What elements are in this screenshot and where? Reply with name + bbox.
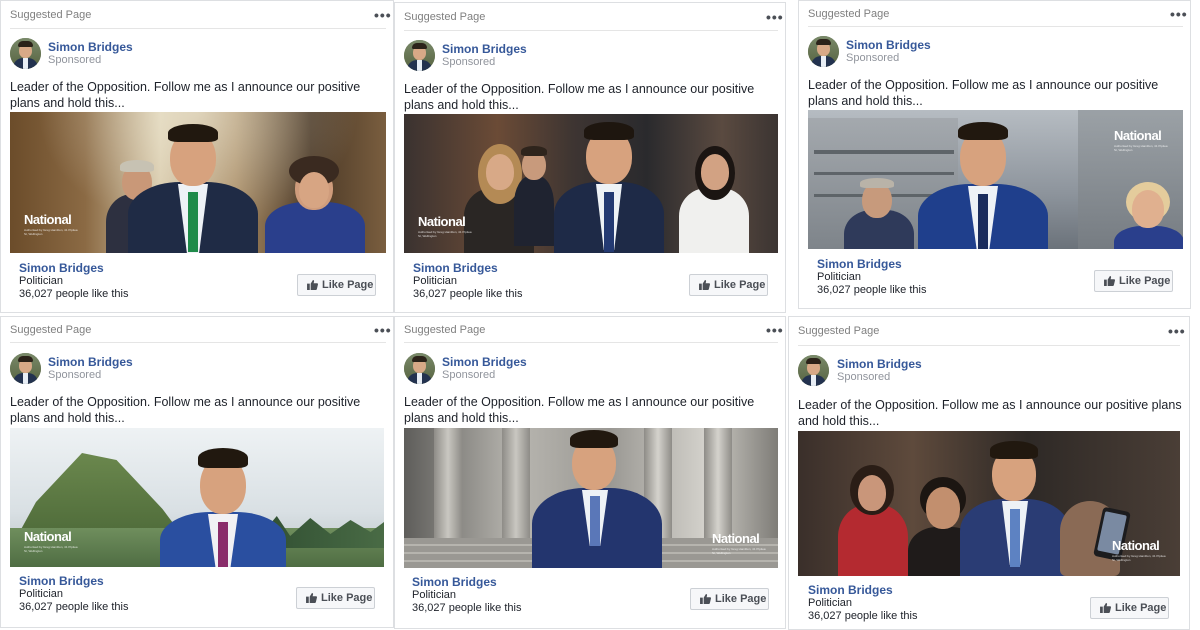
more-options-icon[interactable]: ••• (1168, 324, 1186, 338)
page-category: Politician (817, 271, 862, 283)
divider (404, 30, 778, 31)
suggested-page-label: Suggested Page (10, 324, 92, 336)
national-logo: National Authorised by Greg Hamilton, 41 … (1114, 128, 1168, 152)
page-name-link[interactable]: Simon Bridges (48, 40, 133, 54)
post-text: Leader of the Opposition. Follow me as I… (808, 78, 1159, 108)
suggested-page-label: Suggested Page (798, 325, 880, 337)
footer-page-name-link[interactable]: Simon Bridges (413, 261, 498, 275)
page-name-link[interactable]: Simon Bridges (846, 38, 931, 52)
like-page-label: Like Page (1119, 275, 1171, 287)
national-logo: National Authorised by Greg Hamilton, 41 … (24, 529, 78, 553)
sponsored-label[interactable]: Sponsored (442, 369, 495, 381)
like-page-label: Like Page (321, 592, 373, 604)
divider (10, 28, 386, 29)
more-options-icon[interactable]: ••• (374, 323, 392, 337)
thumbs-up-icon (699, 280, 710, 290)
like-count: 36,027 people like this (817, 284, 927, 296)
suggested-page-label: Suggested Page (808, 8, 890, 20)
more-options-icon[interactable]: ••• (374, 8, 392, 22)
like-count: 36,027 people like this (412, 602, 522, 614)
like-page-button[interactable]: Like Page (1090, 597, 1169, 619)
thumbs-up-icon (306, 593, 317, 603)
thumbs-up-icon (1100, 603, 1111, 613)
ad-photo[interactable]: National Authorised by Greg Hamilton, 41 … (808, 110, 1183, 249)
page-name-link[interactable]: Simon Bridges (48, 355, 133, 369)
thumbs-up-icon (700, 594, 711, 604)
like-page-button[interactable]: Like Page (690, 588, 769, 610)
like-page-button[interactable]: Like Page (689, 274, 768, 296)
post-text: Leader of the Opposition. Follow me as I… (404, 82, 755, 112)
like-page-button[interactable]: Like Page (297, 274, 376, 296)
post-text: Leader of the Opposition. Follow me as I… (10, 80, 361, 110)
page-category: Politician (19, 588, 64, 600)
sponsored-label[interactable]: Sponsored (846, 52, 899, 64)
more-options-icon[interactable]: ••• (766, 323, 784, 337)
like-count: 36,027 people like this (808, 610, 918, 622)
post-text: Leader of the Opposition. Follow me as I… (10, 395, 361, 425)
ad-photo[interactable]: National Authorised by Greg Hamilton, 41 … (404, 114, 778, 253)
avatar[interactable] (404, 40, 435, 71)
sponsored-label[interactable]: Sponsored (837, 371, 890, 383)
sponsored-label[interactable]: Sponsored (48, 369, 101, 381)
suggested-page-card: Suggested Page ••• Simon Bridges Sponsor… (798, 0, 1191, 309)
more-options-icon[interactable]: ••• (1170, 7, 1188, 21)
national-logo: National Authorised by Greg Hamilton, 41 … (418, 214, 472, 238)
suggested-page-card: Suggested Page ••• Simon Bridges Sponsor… (0, 0, 394, 313)
page-category: Politician (19, 275, 64, 287)
suggested-page-card: Suggested Page ••• Simon Bridges Sponsor… (394, 2, 786, 313)
more-options-icon[interactable]: ••• (766, 10, 784, 24)
suggested-page-card: Suggested Page ••• Simon Bridges Sponsor… (788, 316, 1190, 630)
like-count: 36,027 people like this (19, 288, 129, 300)
divider (798, 345, 1180, 346)
footer-page-name-link[interactable]: Simon Bridges (19, 574, 104, 588)
like-page-label: Like Page (1115, 602, 1167, 614)
footer-page-name-link[interactable]: Simon Bridges (808, 583, 893, 597)
suggested-page-card: Suggested Page ••• Simon Bridges Sponsor… (394, 316, 786, 629)
like-count: 36,027 people like this (19, 601, 129, 613)
avatar[interactable] (10, 38, 41, 69)
divider (404, 342, 778, 343)
suggested-page-label: Suggested Page (10, 9, 92, 21)
page-name-link[interactable]: Simon Bridges (837, 357, 922, 371)
footer-page-name-link[interactable]: Simon Bridges (412, 575, 497, 589)
page-category: Politician (412, 589, 457, 601)
post-text: Leader of the Opposition. Follow me as I… (798, 398, 1182, 428)
like-page-label: Like Page (322, 279, 374, 291)
divider (808, 26, 1183, 27)
ad-photo[interactable]: National Authorised by Greg Hamilton, 41 … (10, 112, 386, 253)
divider (10, 342, 386, 343)
footer-page-name-link[interactable]: Simon Bridges (817, 257, 902, 271)
national-logo: National Authorised by Greg Hamilton, 41 … (712, 531, 766, 555)
thumbs-up-icon (307, 280, 318, 290)
suggested-page-label: Suggested Page (404, 324, 486, 336)
ad-photo[interactable]: National Authorised by Greg Hamilton, 41 … (404, 428, 778, 568)
like-page-button[interactable]: Like Page (296, 587, 375, 609)
ad-photo[interactable]: National Authorised by Greg Hamilton, 41 … (798, 431, 1180, 576)
like-count: 36,027 people like this (413, 288, 523, 300)
like-page-label: Like Page (714, 279, 766, 291)
footer-page-name-link[interactable]: Simon Bridges (19, 261, 104, 275)
avatar[interactable] (404, 353, 435, 384)
page-category: Politician (413, 275, 458, 287)
like-page-button[interactable]: Like Page (1094, 270, 1173, 292)
page-category: Politician (808, 597, 853, 609)
national-logo: National Authorised by Greg Hamilton, 41 … (1112, 538, 1166, 562)
avatar[interactable] (798, 355, 829, 386)
thumbs-up-icon (1104, 276, 1115, 286)
sponsored-label[interactable]: Sponsored (442, 56, 495, 68)
avatar[interactable] (10, 353, 41, 384)
ad-photo[interactable]: National Authorised by Greg Hamilton, 41 … (10, 428, 384, 567)
page-name-link[interactable]: Simon Bridges (442, 355, 527, 369)
page-name-link[interactable]: Simon Bridges (442, 42, 527, 56)
avatar[interactable] (808, 36, 839, 67)
suggested-page-label: Suggested Page (404, 11, 486, 23)
post-text: Leader of the Opposition. Follow me as I… (404, 395, 755, 425)
like-page-label: Like Page (715, 593, 767, 605)
suggested-page-card: Suggested Page ••• Simon Bridges Sponsor… (0, 316, 394, 628)
sponsored-label[interactable]: Sponsored (48, 54, 101, 66)
national-logo: National Authorised by Greg Hamilton, 41 … (24, 212, 78, 236)
